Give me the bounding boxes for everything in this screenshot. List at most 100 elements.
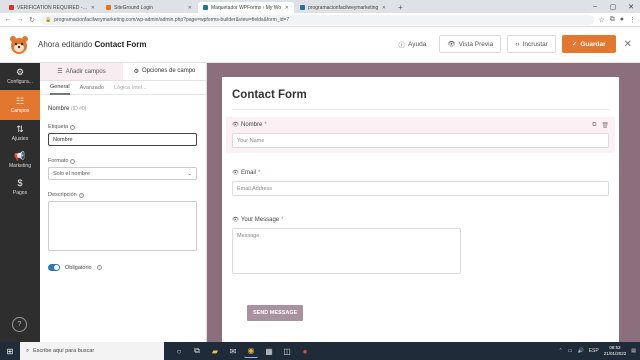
- back-icon[interactable]: ←: [4, 16, 12, 23]
- volume-icon[interactable]: 🔊: [577, 348, 583, 354]
- message-placeholder: Message: [237, 233, 260, 239]
- language-indicator[interactable]: ESP: [589, 348, 599, 354]
- file-explorer-icon[interactable]: ▰: [208, 344, 222, 358]
- profile-icon[interactable]: ●: [620, 16, 624, 24]
- menu-item-setup[interactable]: ⚙ Configura...: [0, 63, 40, 90]
- browser-tab-label: VERIFICATION REQUIRED - Recu: [17, 4, 88, 11]
- cortana-icon[interactable]: ○: [172, 344, 186, 358]
- app-icon[interactable]: ◫: [280, 344, 294, 358]
- form-field-name[interactable]: 👁 Nombre * Your Name ⧉ 🗑: [226, 117, 615, 153]
- chevron-up-icon[interactable]: ⌃: [559, 348, 563, 354]
- gear-icon: ⚙: [15, 67, 25, 77]
- help-tooltip-icon[interactable]: ?: [70, 158, 76, 164]
- duplicate-icon[interactable]: ⧉: [592, 122, 596, 129]
- subtab-advanced[interactable]: Avanzado: [80, 81, 104, 95]
- close-tab-icon[interactable]: ✕: [382, 5, 386, 11]
- embed-button[interactable]: ‹› Incrustar: [507, 35, 556, 53]
- minimize-button[interactable]: –: [586, 0, 604, 13]
- help-tooltip-icon[interactable]: ?: [78, 192, 84, 198]
- eye-icon: 👁: [232, 122, 239, 128]
- help-tooltip-icon[interactable]: ?: [70, 124, 76, 130]
- clock[interactable]: 08:52 21/01/2022: [604, 345, 627, 357]
- network-icon[interactable]: ▭: [568, 348, 573, 354]
- form-field-email[interactable]: 👁 Email * Email Address: [226, 165, 615, 201]
- field-type: Nombre: [48, 106, 70, 112]
- menu-item-label: Ajustes: [11, 136, 29, 142]
- required-mark: *: [258, 170, 261, 176]
- tab-field-options[interactable]: ⚙ Opciones de campo: [123, 63, 206, 80]
- help-icon[interactable]: ?: [12, 317, 27, 332]
- required-option: Obligatorio ?: [48, 264, 198, 271]
- taskbar: ⊞ ⌕ Escribe aquí para buscar ○ ⧉ ▰ ✉ ◉ ▦…: [0, 342, 640, 360]
- recorder-icon[interactable]: ●: [298, 344, 312, 358]
- eye-icon: 👁: [232, 170, 239, 176]
- close-builder-icon[interactable]: ✕: [622, 39, 632, 50]
- email-input[interactable]: Email Address: [232, 181, 609, 196]
- star-icon[interactable]: ☆: [598, 16, 604, 24]
- browser-tab[interactable]: SiteGround Login ✕: [101, 2, 197, 13]
- close-tab-icon[interactable]: ✕: [285, 5, 289, 11]
- menu-item-payments[interactable]: $ Pagos: [0, 174, 40, 201]
- mail-icon[interactable]: ✉: [226, 344, 240, 358]
- menu-item-fields[interactable]: ☷ Campos: [0, 90, 40, 120]
- help-button[interactable]: ⓘ Ayuda: [391, 35, 434, 53]
- field-label: Your Message: [240, 217, 280, 223]
- format-select[interactable]: Solo el nombre ⌄: [48, 167, 197, 180]
- save-button[interactable]: ✓ Guardar: [561, 35, 616, 53]
- taskbar-search-placeholder: Escribe aquí para buscar: [33, 348, 95, 354]
- editing-prefix: Ahora editando: [38, 40, 93, 49]
- taskbar-search[interactable]: ⌕ Escribe aquí para buscar: [20, 342, 164, 360]
- format-select-value: Solo el nombre: [53, 170, 90, 177]
- field-options-panel: ☰ Añadir campos ⚙ Opciones de campo Gene…: [40, 63, 207, 342]
- forward-icon[interactable]: →: [16, 16, 24, 23]
- required-mark: *: [281, 217, 284, 223]
- subtab-general[interactable]: General: [50, 81, 70, 95]
- close-window-button[interactable]: ✕: [622, 0, 640, 13]
- required-toggle[interactable]: [48, 264, 60, 271]
- url-field[interactable]: 🔒 programacionfacilweymarketing.com/wp-a…: [40, 14, 595, 25]
- send-message-button[interactable]: SEND MESSAGE: [247, 305, 304, 321]
- windows-start-icon[interactable]: ⊞: [0, 342, 20, 360]
- sliders-icon: ⚙: [133, 68, 139, 75]
- trash-icon[interactable]: 🗑: [601, 122, 609, 129]
- list-icon: ☰: [57, 69, 63, 75]
- close-tab-icon[interactable]: ✕: [188, 5, 192, 11]
- menu-item-settings[interactable]: ⇅ Ajustes: [0, 120, 40, 147]
- embed-label: Incrustar: [522, 40, 548, 48]
- browser-tab[interactable]: programacionfacilweymarketing ✕: [295, 2, 391, 13]
- maximize-button[interactable]: ▢: [604, 0, 622, 13]
- preview-button[interactable]: 👁 Vista Previa: [439, 35, 502, 53]
- field-title: Nombre (ID #0): [48, 106, 198, 112]
- browser-tab[interactable]: VERIFICATION REQUIRED - Recu ✕: [4, 2, 100, 13]
- browser-menu-icon[interactable]: ⋮: [629, 16, 636, 24]
- eye-icon: 👁: [447, 41, 456, 48]
- new-tab-button[interactable]: +: [392, 2, 409, 13]
- label-input[interactable]: Nombre: [48, 133, 197, 146]
- save-label: Guardar: [580, 40, 606, 48]
- store-icon[interactable]: ▦: [262, 344, 276, 358]
- extensions-icon[interactable]: ⧉: [610, 16, 615, 24]
- required-label: Obligatorio: [65, 264, 92, 271]
- chrome-icon[interactable]: ◉: [244, 344, 258, 358]
- menu-item-marketing[interactable]: 📢 Marketing: [0, 147, 40, 174]
- notifications-icon[interactable]: ▤: [631, 348, 636, 354]
- message-textarea[interactable]: Message: [232, 228, 461, 274]
- help-circle-icon: ⓘ: [398, 42, 406, 49]
- label-input-value: Nombre: [53, 136, 73, 143]
- reload-icon[interactable]: ↻: [28, 16, 36, 24]
- name-input[interactable]: Your Name: [232, 133, 609, 148]
- eye-icon: 👁: [232, 217, 239, 223]
- browser-tab-active[interactable]: Maquetador WPForms ‹ My Wo ✕: [198, 2, 294, 13]
- browser-tab-label: programacionfacilweymarketing: [308, 4, 379, 11]
- task-view-icon[interactable]: ⧉: [190, 344, 204, 358]
- close-tab-icon[interactable]: ✕: [91, 5, 95, 11]
- subtab-smart-logic[interactable]: Lógica Intel...: [114, 81, 147, 95]
- preview-label: Vista Previa: [458, 40, 494, 48]
- form-field-message[interactable]: 👁 Your Message * Message: [226, 212, 615, 279]
- form-preview-area: Contact Form 👁 Nombre * Your Name ⧉ 🗑 👁 …: [207, 63, 640, 342]
- lock-icon: 🔒: [45, 16, 52, 23]
- tab-add-fields[interactable]: ☰ Añadir campos: [40, 63, 123, 80]
- help-tooltip-icon[interactable]: ?: [96, 265, 102, 270]
- wpforms-logo: [0, 27, 38, 63]
- description-textarea[interactable]: [48, 201, 197, 251]
